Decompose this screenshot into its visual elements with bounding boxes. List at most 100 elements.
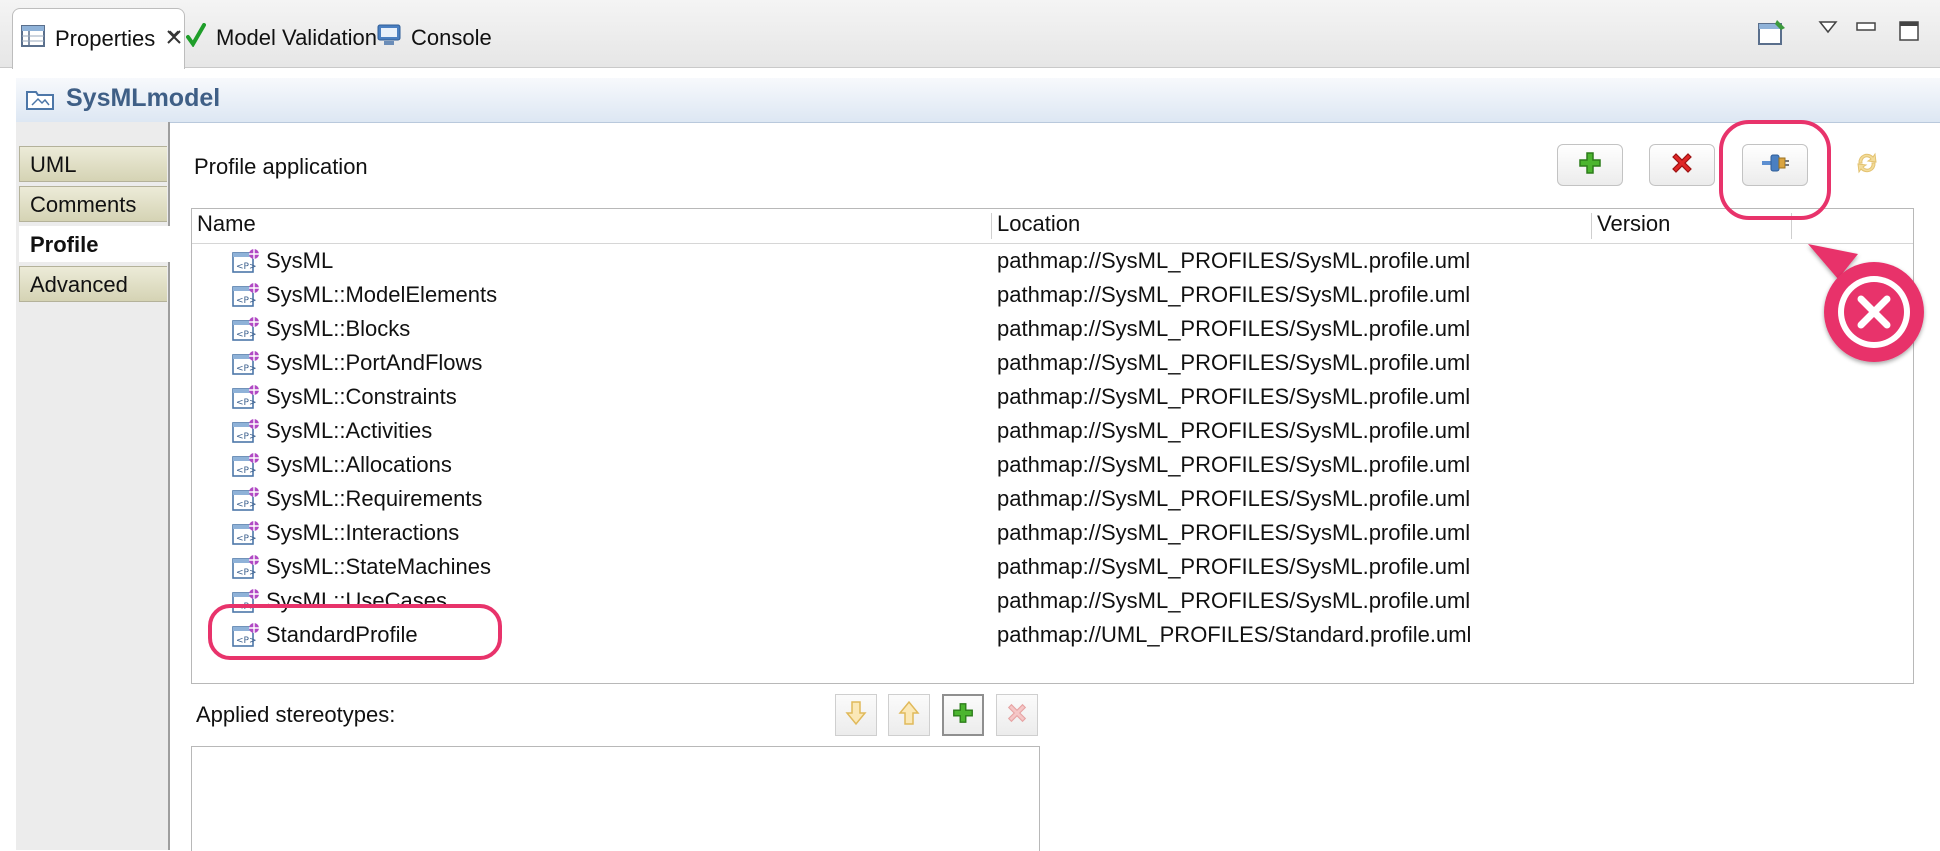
- move-up-button[interactable]: [888, 694, 930, 736]
- profile-location-cell: pathmap://SysML_PROFILES/SysML.profile.u…: [997, 418, 1471, 443]
- svg-text:<P>: <P>: [236, 262, 257, 272]
- profile-name-cell: SysML::Activities: [266, 418, 433, 443]
- remove-profile-button[interactable]: [1649, 144, 1715, 186]
- profile-location-cell: pathmap://SysML_PROFILES/SysML.profile.u…: [997, 486, 1471, 511]
- category-tabs: UML Comments Profile Advanced: [16, 122, 171, 850]
- console-icon: [377, 24, 401, 52]
- maximize-icon[interactable]: [1898, 20, 1920, 47]
- profile-name-cell: SysML::Allocations: [266, 452, 452, 477]
- table-row[interactable]: <P> SysML::Allocations pathmap://SysML_PRO…: [192, 449, 1913, 483]
- profile-location-cell: pathmap://UML_PROFILES/Standard.profile.…: [997, 622, 1472, 647]
- tab-properties-label: Properties: [55, 26, 156, 51]
- profile-location-cell: pathmap://SysML_PROFILES/SysML.profile.u…: [997, 452, 1471, 477]
- highlight-apply-profile-button: [1719, 120, 1831, 220]
- profile-icon: <P>: [232, 248, 260, 280]
- properties-icon: [21, 25, 45, 53]
- profile-name-cell: SysML: [266, 248, 334, 273]
- page-title: SysMLmodel: [66, 84, 221, 112]
- tab-model-validation-label: Model Validation: [216, 25, 378, 50]
- svg-text:<P>: <P>: [236, 398, 257, 408]
- close-icon[interactable]: [165, 26, 183, 52]
- profile-icon: <P>: [232, 554, 260, 586]
- add-profile-button[interactable]: [1557, 144, 1623, 186]
- checkmark-icon: [186, 23, 206, 53]
- pin-icon[interactable]: [1757, 18, 1787, 51]
- model-icon: [26, 88, 54, 115]
- category-tab-uml[interactable]: UML: [19, 146, 167, 182]
- table-header: Name Location Version: [192, 209, 1913, 244]
- refresh-icon: [1853, 149, 1881, 182]
- profile-name-cell: SysML::Interactions: [266, 520, 460, 545]
- profile-name-cell: SysML::PortAndFlows: [266, 350, 483, 375]
- properties-title-bar: SysMLmodel: [16, 78, 1940, 123]
- profile-location-cell: pathmap://SysML_PROFILES/SysML.profile.u…: [997, 282, 1471, 307]
- tab-properties[interactable]: Properties: [12, 8, 185, 69]
- profile-name-cell: SysML::Blocks: [266, 316, 411, 341]
- table-row[interactable]: <P> SysML::Requirements pathmap://SysML_PR…: [192, 483, 1913, 517]
- svg-text:<P>: <P>: [236, 500, 257, 510]
- table-row[interactable]: <P> SysML::ModelElements pathmap://SysML_P…: [192, 279, 1913, 313]
- arrow-down-icon: [845, 700, 867, 731]
- profile-icon: <P>: [232, 486, 260, 518]
- column-header-location[interactable]: Location: [997, 211, 1080, 237]
- category-tab-advanced[interactable]: Advanced: [19, 266, 167, 302]
- profile-icon: <P>: [232, 316, 260, 348]
- profile-location-cell: pathmap://SysML_PROFILES/SysML.profile.u…: [997, 520, 1471, 545]
- table-row[interactable]: <P> SysML::Blocks pathmap://SysML_PROFILES…: [192, 313, 1913, 347]
- add-icon: [951, 701, 975, 730]
- column-separator[interactable]: [991, 213, 992, 239]
- profile-icon: <P>: [232, 282, 260, 314]
- profile-location-cell: pathmap://SysML_PROFILES/SysML.profile.u…: [997, 554, 1471, 579]
- column-header-name[interactable]: Name: [197, 211, 256, 237]
- svg-text:<P>: <P>: [236, 330, 257, 340]
- applied-stereotypes-label: Applied stereotypes:: [196, 702, 396, 727]
- table-row[interactable]: <P> SysML::Activities pathmap://SysML_PROF…: [192, 415, 1913, 449]
- move-down-button[interactable]: [835, 694, 877, 736]
- minimize-icon[interactable]: [1855, 20, 1877, 39]
- table-row[interactable]: <P> SysML pathmap://SysML_PROFILES/SysML.p…: [192, 245, 1913, 279]
- profile-icon: <P>: [232, 452, 260, 484]
- table-row[interactable]: <P> SysML::Constraints pathmap://SysML_PRO…: [192, 381, 1913, 415]
- profile-name-cell: SysML::StateMachines: [266, 554, 491, 579]
- profile-location-cell: pathmap://SysML_PROFILES/SysML.profile.u…: [997, 316, 1471, 341]
- table-row[interactable]: <P> SysML::PortAndFlows pathmap://SysML_PR…: [192, 347, 1913, 381]
- applied-stereotypes-list[interactable]: [191, 746, 1040, 851]
- tab-model-validation[interactable]: Model Validation: [186, 10, 377, 66]
- profile-icon: <P>: [232, 520, 260, 552]
- delete-icon: [1669, 150, 1695, 181]
- category-tab-profile[interactable]: Profile: [19, 226, 171, 262]
- svg-text:<P>: <P>: [236, 432, 257, 442]
- tab-console[interactable]: Console: [377, 10, 492, 66]
- error-callout: [1798, 234, 1938, 379]
- column-header-version[interactable]: Version: [1597, 211, 1670, 237]
- add-stereotype-button[interactable]: [942, 694, 984, 736]
- profile-location-cell: pathmap://SysML_PROFILES/SysML.profile.u…: [997, 588, 1471, 613]
- refresh-profile-button[interactable]: [1834, 144, 1900, 186]
- table-row[interactable]: <P> SysML::Interactions pathmap://SysML_PR…: [192, 517, 1913, 551]
- profile-name-cell: SysML::Constraints: [266, 384, 457, 409]
- table-row[interactable]: <P> SysML::StateMachines pathmap://SysML_P…: [192, 551, 1913, 585]
- column-separator[interactable]: [1591, 213, 1592, 239]
- profile-name-cell: SysML::ModelElements: [266, 282, 498, 307]
- profile-location-cell: pathmap://SysML_PROFILES/SysML.profile.u…: [997, 350, 1471, 375]
- highlight-standard-profile: [208, 604, 502, 660]
- profile-location-cell: pathmap://SysML_PROFILES/SysML.profile.u…: [997, 384, 1471, 409]
- svg-text:<P>: <P>: [236, 534, 257, 544]
- profile-location-cell: pathmap://SysML_PROFILES/SysML.profile.u…: [997, 248, 1471, 273]
- view-menu-icon[interactable]: [1818, 20, 1838, 39]
- svg-text:<P>: <P>: [236, 296, 257, 306]
- profile-icon: <P>: [232, 350, 260, 382]
- profile-icon: <P>: [232, 384, 260, 416]
- delete-icon: [1005, 701, 1029, 730]
- profile-application-label: Profile application: [194, 154, 368, 179]
- view-tab-bar: Properties Model Validation Console: [0, 0, 1940, 69]
- profile-name-cell: SysML::Requirements: [266, 486, 483, 511]
- svg-text:<P>: <P>: [236, 466, 257, 476]
- tab-console-label: Console: [411, 25, 492, 50]
- arrow-up-icon: [898, 700, 920, 731]
- category-tab-comments[interactable]: Comments: [19, 186, 167, 222]
- profile-icon: <P>: [232, 418, 260, 450]
- remove-stereotype-button[interactable]: [996, 694, 1038, 736]
- svg-text:<P>: <P>: [236, 364, 257, 374]
- svg-text:<P>: <P>: [236, 568, 257, 578]
